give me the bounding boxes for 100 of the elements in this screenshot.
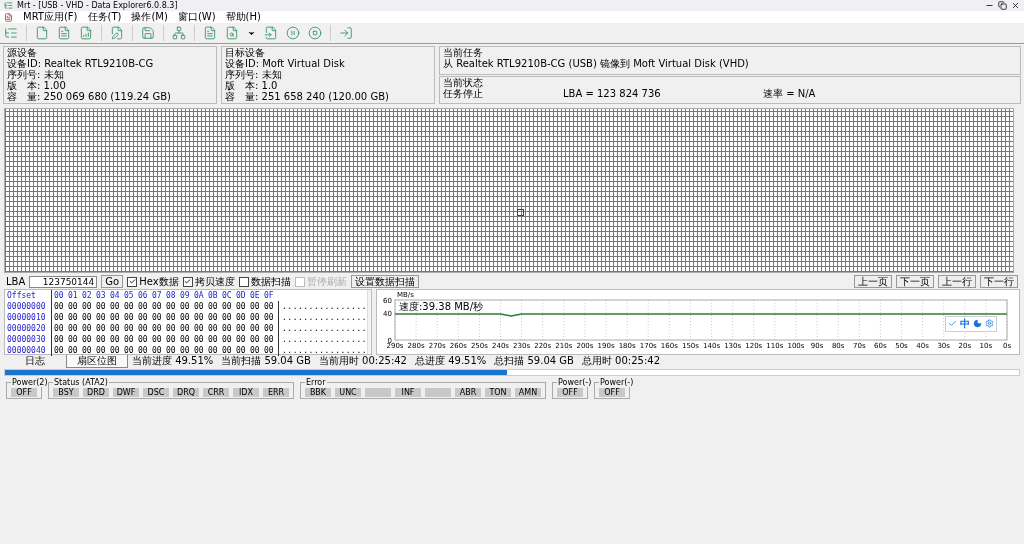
nav-button[interactable]: 下一页: [896, 275, 934, 288]
option-checkbox[interactable]: 拷贝速度: [182, 274, 235, 289]
status-indicator: DSC: [143, 387, 169, 397]
status-indicator: DRQ: [173, 387, 199, 397]
option-checkbox[interactable]: 数据扫描: [238, 274, 291, 289]
tree-icon[interactable]: [172, 26, 186, 40]
column-header: 0E: [250, 289, 261, 301]
device-info: 版 本: 1.0: [225, 80, 278, 91]
offset-cell-text: 00000030: [6, 333, 47, 345]
check-icon[interactable]: [948, 319, 957, 328]
nav-button[interactable]: 下一行: [980, 275, 1018, 288]
byte-cell-text: 00: [96, 311, 107, 323]
document-icon[interactable]: [35, 26, 49, 40]
byte-cell-text: 00: [166, 300, 177, 312]
nav-button[interactable]: 上一行: [938, 275, 976, 288]
nav-button[interactable]: 上一页: [854, 275, 892, 288]
byte-cell-text: 00: [96, 333, 107, 345]
scrollbar[interactable]: [367, 289, 371, 354]
menu-item[interactable]: MRT应用(F): [23, 11, 78, 23]
settings-icon[interactable]: [985, 319, 994, 328]
byte-cell-text: 00: [264, 344, 275, 356]
list-document-icon[interactable]: [203, 26, 217, 40]
restore-icon[interactable]: [998, 1, 1007, 10]
byte-cell-text: 00: [82, 311, 93, 323]
check-icon: [184, 278, 192, 285]
byte-cell-text: 00: [68, 344, 79, 355]
byte-cell-text: 00: [236, 300, 247, 312]
moon-icon[interactable]: [973, 319, 982, 328]
byte-cell-text: 00: [152, 311, 163, 323]
edit-icon[interactable]: [110, 26, 124, 40]
column-header: 04: [110, 289, 121, 301]
column-header: 0B: [208, 289, 219, 301]
status-indicator: UNC: [335, 387, 361, 397]
play-document-icon[interactable]: [264, 26, 278, 40]
panel-title: 目标设备: [225, 47, 266, 58]
search-document-icon[interactable]: [225, 26, 239, 40]
chart-document-icon[interactable]: [79, 26, 93, 40]
byte-cell-text: 00: [68, 311, 79, 323]
device-info: 容 量: 251 658 240 (120.00 GB): [225, 91, 390, 102]
exit-icon[interactable]: [339, 26, 353, 40]
menu-item[interactable]: 操作(M): [131, 11, 168, 23]
status-indicator: OFF: [557, 387, 583, 397]
column-header: 0F: [264, 289, 275, 301]
byte-cell-text: 00: [180, 300, 191, 312]
byte-cell-text: 00: [96, 300, 107, 312]
menu-item[interactable]: 窗口(W): [177, 11, 216, 23]
check-icon: [128, 278, 136, 285]
lba-label: LBA: [6, 275, 26, 288]
group-title: Power(-): [599, 377, 635, 387]
group-title: Error: [305, 377, 327, 387]
status-indicator: ERR: [263, 387, 289, 397]
byte-cell-text: 00: [194, 322, 205, 334]
byte-cell-text: 00: [208, 322, 219, 334]
connect-icon[interactable]: [4, 26, 18, 40]
byte-cell-text: 00: [124, 311, 135, 323]
menu-item[interactable]: 任务(T): [87, 11, 122, 23]
close-icon[interactable]: [1011, 1, 1020, 10]
rate-reading: 速率 = N/A: [763, 87, 816, 99]
progress-text: 总进度 49.51%: [415, 355, 487, 367]
option-checkbox[interactable]: Hex数据: [127, 274, 179, 289]
byte-cell-text: 00: [180, 344, 191, 356]
column-header: 0A: [194, 289, 205, 301]
byte-cell-text: 00: [250, 311, 261, 323]
input-mode-toggle[interactable]: 中: [960, 316, 970, 331]
pause-icon[interactable]: [286, 26, 300, 40]
lba-input-field[interactable]: 123750144: [29, 275, 98, 288]
scan-settings-button[interactable]: 设置数据扫描: [350, 275, 419, 288]
menu-item[interactable]: 帮助(H): [225, 11, 261, 23]
byte-cell-text: 00: [54, 311, 65, 323]
go-button[interactable]: Go: [101, 275, 124, 288]
device-info: 设备ID: Realtek RTL9210B-CG: [7, 58, 155, 69]
text-document-icon[interactable]: [57, 26, 71, 40]
byte-cell-text: 00: [222, 322, 233, 334]
save-icon[interactable]: [141, 26, 155, 40]
byte-cell-text: 00: [208, 333, 219, 345]
offset-cell-text: 00000010: [6, 311, 47, 323]
byte-cell-text: 00: [110, 322, 121, 334]
progress-text: 总用时 00:25:42: [581, 355, 660, 367]
byte-cell-text: 00: [264, 300, 275, 312]
status-indicator: OFF: [599, 387, 625, 397]
byte-cell-text: 00: [96, 322, 107, 334]
status-indicator: BSY: [53, 387, 79, 397]
column-header: 0D: [236, 289, 247, 301]
byte-cell-text: 00: [250, 333, 261, 345]
group-title: Power(-): [557, 377, 593, 387]
column-header: 0C: [222, 289, 233, 301]
byte-cell-text: 00: [82, 333, 93, 345]
byte-cell-text: 00: [82, 300, 93, 312]
byte-cell-text: 00: [138, 300, 149, 312]
byte-cell-text: 00: [124, 344, 135, 356]
byte-cell-text: 00: [54, 333, 65, 345]
stop-icon[interactable]: [308, 26, 322, 40]
device-info: 容 量: 250 069 680 (119.24 GB): [7, 91, 172, 102]
byte-cell-text: 00: [236, 344, 247, 356]
panel-title: 当前任务: [443, 47, 484, 58]
byte-cell-text: 00: [166, 322, 177, 334]
tab[interactable]: 日志: [4, 354, 66, 368]
byte-cell-text: 00: [110, 344, 121, 356]
app-icon: [4, 1, 13, 10]
status-indicator: TON: [485, 387, 511, 397]
